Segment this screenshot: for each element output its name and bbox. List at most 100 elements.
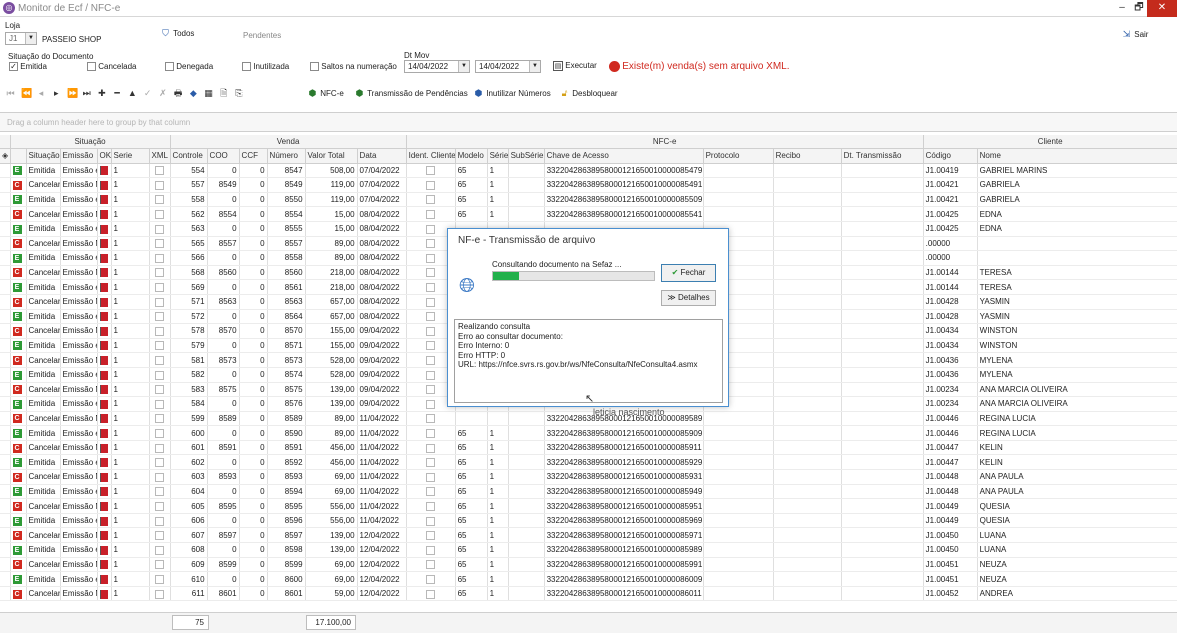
col-serie-nfce[interactable]: Série (487, 148, 509, 164)
minimize-button[interactable]: – (1113, 0, 1131, 17)
checkbox-box[interactable] (155, 545, 165, 555)
checkbox-box[interactable] (426, 414, 436, 424)
checkbox-box[interactable] (155, 195, 165, 205)
transmissao-button[interactable]: ⬢ Transmissão de Pendências (354, 88, 468, 99)
table-row[interactable]: E Emitida Emissão e 1 554 0 0 8547 508,00 07/04/2… (0, 163, 1177, 179)
checkbox-box[interactable] (426, 385, 436, 395)
table-row[interactable]: CCancelarEmissão N160985990859969,0012/0… (0, 557, 1177, 573)
table-row[interactable]: E Emitida Emissão e 1 558 0 0 8550 119,00 07/04/2… (0, 192, 1177, 208)
col-emissao[interactable]: Emissão (60, 148, 98, 164)
print-icon[interactable]: 🖶 (174, 88, 185, 99)
checkbox-box[interactable] (426, 166, 436, 176)
checkbox-box[interactable] (155, 472, 165, 482)
loja-combo[interactable]: J1 ▼ (5, 32, 37, 45)
checkbox-box[interactable] (426, 326, 436, 336)
nfce-button[interactable]: ⬢ NFC-e (307, 88, 344, 99)
checkbox-box[interactable] (155, 443, 165, 453)
close-button[interactable]: ✕ (1147, 0, 1177, 17)
checkbox-box[interactable] (426, 356, 436, 365)
checkbox-box[interactable] (155, 268, 165, 278)
table-row[interactable]: CCancelarEmissão N160385930859369,0011/0… (0, 469, 1177, 485)
prev-page-icon[interactable]: ⏪ (21, 88, 32, 99)
col-ccf[interactable]: CCF (239, 148, 268, 164)
col-controle[interactable]: Controle (170, 148, 208, 164)
checkbox-box[interactable] (426, 545, 436, 555)
cancel-icon[interactable]: ✗ (158, 88, 169, 99)
table-row[interactable]: CCancelarEmissão N161186010860159,0012/0… (0, 586, 1177, 602)
checkbox-box[interactable] (426, 312, 436, 322)
checkbox-box[interactable] (155, 370, 165, 380)
col-protocolo[interactable]: Protocolo (703, 148, 774, 164)
report-icon[interactable]: ▦ (204, 88, 215, 99)
table-row[interactable]: E Emitida Emissão e 1 606 0 0 8596 556,00 11/04/2… (0, 513, 1177, 529)
table-row[interactable]: CCancelarEmissão N156285540855415,0008/0… (0, 206, 1177, 222)
checkbox-box[interactable] (426, 487, 436, 497)
checkbox-box[interactable] (155, 414, 165, 424)
checkbox-box[interactable] (155, 210, 165, 220)
col-recibo[interactable]: Recibo (773, 148, 842, 164)
col-coo[interactable]: COO (207, 148, 240, 164)
checkbox-box[interactable] (426, 589, 436, 599)
insert-icon[interactable]: ✚ (97, 88, 108, 99)
checkbox-box[interactable] (155, 239, 165, 249)
col-nome[interactable]: Nome (977, 148, 1177, 164)
table-row[interactable]: CCancelarEmissão N1601859108591456,0011/… (0, 440, 1177, 456)
next-page-icon[interactable]: ⏩ (67, 88, 78, 99)
group-by-panel[interactable]: Drag a column header here to group by th… (0, 112, 1177, 132)
table-row[interactable]: E Emitida Emissão e 1 610 0 0 8600 69,00 12/04/20… (0, 571, 1177, 587)
prev-record-icon[interactable]: ◂ (36, 88, 47, 99)
checkbox-box[interactable] (155, 312, 165, 322)
edit-icon[interactable]: ▲ (128, 88, 139, 99)
sair-button[interactable]: ⇲ Sair (1121, 29, 1149, 40)
checkbox-box[interactable] (426, 531, 436, 541)
col-situacao[interactable]: Situação (26, 148, 61, 164)
checkbox-box[interactable] (155, 487, 165, 497)
col-modelo[interactable]: Modelo (455, 148, 488, 164)
col-dt-transmissao[interactable]: Dt. Transmissão (841, 148, 924, 164)
first-record-icon[interactable]: ⏮ (6, 88, 17, 99)
checkbox-box[interactable] (426, 210, 436, 220)
checkbox-box[interactable] (426, 516, 436, 526)
table-row[interactable]: CCancelarEmissão N1607859708597139,0012/… (0, 527, 1177, 544)
checkbox-box[interactable] (426, 370, 436, 380)
checkbox-box[interactable] (155, 560, 165, 570)
checkbox-box[interactable] (426, 253, 436, 263)
col-numero[interactable]: Número (267, 148, 306, 164)
col-codigo[interactable]: Código (923, 148, 978, 164)
checkbox-box[interactable] (426, 239, 436, 249)
checkbox-box[interactable] (155, 574, 165, 584)
maximize-button[interactable]: 🗗 (1131, 0, 1147, 17)
checkbox-box[interactable] (426, 399, 436, 409)
checkbox-box[interactable] (426, 224, 436, 234)
table-row[interactable]: CCancelarEmissão N1605859508595556,0011/… (0, 498, 1177, 514)
checkbox-box[interactable] (426, 195, 436, 205)
table-row[interactable]: E Emitida Emissão e 1 604 0 0 8594 69,00 11/04/20… (0, 484, 1177, 500)
document-search-icon[interactable]: 🗎 (219, 88, 230, 99)
col-chave[interactable]: Chave de Acesso (544, 148, 704, 164)
checkbox-box[interactable] (426, 341, 436, 351)
delete-icon[interactable]: ━ (113, 88, 124, 99)
checkbox-box[interactable] (155, 385, 165, 395)
export-icon[interactable]: ⎘ (235, 88, 246, 99)
table-row[interactable]: E Emitida Emissão e 1 602 0 0 8592 456,00 11/04/2… (0, 454, 1177, 471)
post-icon[interactable]: ✓ (143, 88, 154, 99)
checkbox-box[interactable] (155, 180, 165, 190)
checkbox-box[interactable] (155, 516, 165, 526)
col-ok[interactable]: OK (97, 148, 112, 164)
table-row[interactable]: CCancelarEmissão N159985890858989,0011/0… (0, 411, 1177, 427)
todos-button[interactable]: ⛉ Todos (160, 28, 194, 39)
checkbox-box[interactable] (426, 297, 436, 307)
checkbox-box[interactable] (155, 399, 165, 409)
col-serie[interactable]: Serie (111, 148, 150, 164)
checkbox-box[interactable] (155, 326, 165, 336)
checkbox-box[interactable] (155, 458, 165, 468)
inutilizada-checkbox[interactable]: Inutilizada (242, 62, 289, 72)
table-row[interactable]: CCancelarEmissão N1557854908549119,0007/… (0, 177, 1177, 193)
checkbox-box[interactable] (426, 458, 436, 468)
col-ident-cliente[interactable]: Ident. Cliente (406, 148, 456, 164)
checkbox-box[interactable] (155, 428, 165, 438)
checkbox-box[interactable] (426, 443, 436, 453)
inutilizar-button[interactable]: ⬢ Inutilizar Números (473, 88, 551, 99)
log-textarea[interactable]: Realizando consulta Erro ao consultar doc… (454, 319, 723, 403)
desbloquear-button[interactable]: 🔓︎ Desbloquear (559, 88, 618, 99)
